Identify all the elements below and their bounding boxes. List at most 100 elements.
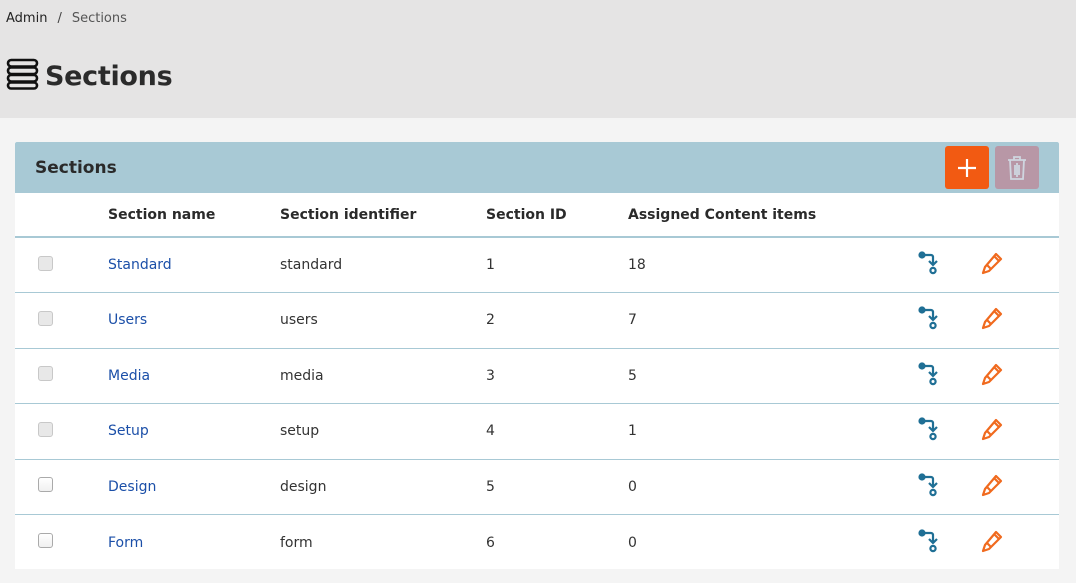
name-cell: Users — [108, 292, 280, 349]
section-identifier: setup — [280, 403, 486, 460]
assign-content-icon — [918, 473, 938, 496]
table-header-row: Section name Section identifier Section … — [15, 193, 1059, 238]
section-name-link[interactable]: Media — [108, 368, 150, 384]
header-assign — [918, 193, 981, 238]
assigned-content-count: 18 — [628, 237, 918, 293]
assigned-content-count: 0 — [628, 459, 918, 515]
section-identifier: media — [280, 348, 486, 404]
edit-pencil-icon — [981, 474, 1003, 496]
edit-cell — [981, 292, 1059, 349]
assign-content-button[interactable] — [918, 251, 940, 275]
header-select — [15, 193, 108, 238]
section-name-link[interactable]: Standard — [108, 257, 172, 273]
select-cell — [15, 515, 108, 571]
section-id: 4 — [486, 403, 628, 460]
edit-cell — [981, 237, 1059, 293]
delete-sections-button[interactable] — [995, 146, 1039, 189]
section-name-link[interactable]: Form — [108, 535, 143, 551]
header-section-name[interactable]: Section name — [108, 193, 280, 238]
breadcrumb-separator: / — [57, 11, 62, 26]
header-section-identifier[interactable]: Section identifier — [280, 193, 486, 238]
breadcrumb-current: Sections — [71, 11, 127, 26]
section-identifier: standard — [280, 237, 486, 293]
panel-title: Sections — [35, 157, 117, 178]
table-row: Form form 6 0 — [15, 515, 1059, 571]
name-cell: Setup — [108, 403, 280, 460]
row-checkbox[interactable] — [38, 366, 53, 382]
panel-header: Sections — [15, 142, 1059, 193]
database-icon — [6, 58, 39, 94]
assign-content-button[interactable] — [918, 306, 940, 330]
name-cell: Standard — [108, 237, 280, 293]
select-cell — [15, 459, 108, 515]
edit-pencil-icon — [981, 419, 1003, 441]
section-id: 6 — [486, 534, 495, 551]
assign-cell — [918, 515, 981, 571]
edit-pencil-icon — [981, 308, 1003, 330]
header-section-id[interactable]: Section ID — [486, 193, 628, 238]
name-cell: Media — [108, 348, 280, 404]
edit-cell — [981, 348, 1059, 404]
page-heading: Sections — [45, 60, 173, 92]
trash-icon — [1008, 155, 1026, 180]
section-name-link[interactable]: Users — [108, 312, 147, 328]
sections-panel: Sections Section name Section identifier… — [15, 142, 1059, 569]
edit-pencil-icon — [981, 530, 1003, 552]
breadcrumb: Admin / Sections — [6, 11, 127, 26]
edit-section-button[interactable] — [981, 362, 1003, 386]
assign-content-icon — [918, 362, 938, 385]
assigned-content-count: 0 — [628, 534, 637, 551]
edit-pencil-icon — [981, 363, 1003, 385]
assign-cell — [918, 403, 981, 460]
edit-section-button[interactable] — [981, 529, 1003, 553]
section-id: 5 — [486, 459, 628, 515]
header-edit — [981, 193, 1059, 238]
assign-content-button[interactable] — [918, 417, 940, 441]
table-row: Standard standard 1 18 — [15, 237, 1059, 293]
add-section-button[interactable] — [945, 146, 989, 189]
edit-section-button[interactable] — [981, 473, 1003, 497]
assign-content-icon — [918, 306, 938, 330]
select-cell — [15, 348, 108, 404]
name-cell: Design — [108, 459, 280, 515]
table-row: Design design 5 0 — [15, 459, 1059, 515]
assign-content-button[interactable] — [918, 362, 940, 386]
edit-pencil-icon — [981, 252, 1003, 275]
edit-cell — [981, 459, 1059, 515]
row-checkbox[interactable] — [38, 310, 53, 326]
table-row: Media media 3 5 — [15, 348, 1059, 404]
section-id: 1 — [486, 237, 628, 293]
page-title: Sections — [6, 58, 173, 94]
assign-content-button[interactable] — [918, 528, 940, 553]
plus-icon — [958, 158, 976, 177]
assigned-content-count: 7 — [628, 292, 918, 349]
header-assigned-content[interactable]: Assigned Content items — [628, 193, 918, 238]
select-cell — [15, 403, 108, 460]
row-checkbox[interactable] — [38, 255, 53, 271]
assign-content-icon — [918, 417, 938, 441]
section-identifier: design — [280, 459, 486, 515]
row-checkbox[interactable] — [38, 421, 53, 437]
breadcrumb-admin[interactable]: Admin — [6, 11, 47, 26]
row-checkbox[interactable] — [38, 477, 53, 493]
section-name-link[interactable]: Design — [108, 479, 156, 495]
edit-section-button[interactable] — [981, 251, 1003, 275]
assign-cell — [918, 459, 981, 515]
select-cell — [15, 292, 108, 349]
section-name-link[interactable]: Setup — [108, 423, 149, 439]
assign-cell — [918, 348, 981, 404]
select-cell — [15, 237, 108, 293]
table-row: Users users 2 7 — [15, 292, 1059, 349]
row-checkbox[interactable] — [38, 533, 53, 548]
edit-section-button[interactable] — [981, 417, 1003, 441]
edit-section-button[interactable] — [981, 306, 1003, 330]
name-cell: Form — [108, 515, 280, 571]
assigned-content-count: 5 — [628, 348, 918, 404]
edit-cell — [981, 515, 1059, 571]
section-id: 3 — [486, 348, 628, 404]
assign-content-icon — [918, 528, 938, 552]
panel-actions — [945, 146, 1039, 189]
table-row: Setup setup 4 1 — [15, 403, 1059, 460]
assign-content-button[interactable] — [918, 473, 940, 497]
assigned-content-count: 1 — [628, 403, 918, 460]
